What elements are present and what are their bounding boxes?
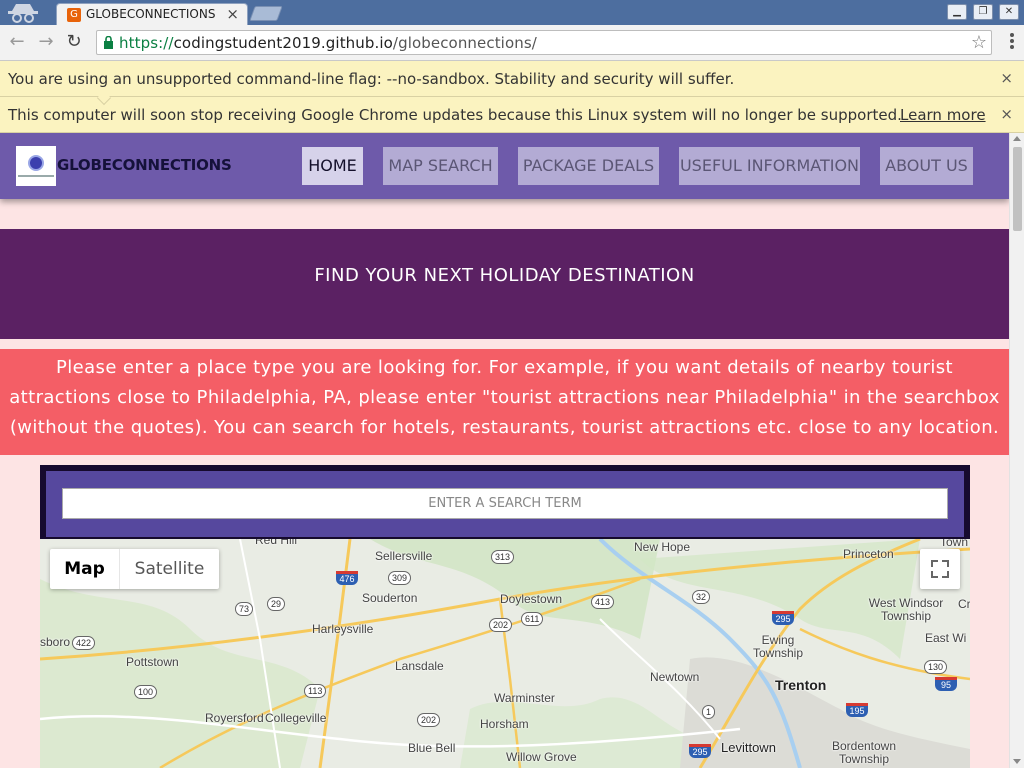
fullscreen-button[interactable] — [920, 549, 960, 589]
map-place-label: Newtown — [650, 670, 700, 684]
new-tab-button[interactable] — [249, 6, 283, 21]
url-text: https://codingstudent2019.github.io/glob… — [119, 34, 537, 52]
instructions-text: Please enter a place type you are lookin… — [9, 357, 1000, 438]
map-place-label: Harleysville — [312, 622, 374, 636]
route-shield: 413 — [591, 595, 615, 609]
interstate-shield: 295 — [772, 611, 794, 625]
tab-title: GLOBECONNECTIONS — [86, 7, 216, 21]
tab-close-icon[interactable]: × — [226, 5, 239, 23]
site-brand[interactable]: GLOBECONNECTIONS — [57, 156, 232, 174]
site-logo[interactable] — [16, 146, 56, 186]
browser-titlebar: G GLOBECONNECTIONS × ▁ ❐ ✕ — [0, 0, 1024, 25]
map-place-label: Bordentown Township — [831, 739, 897, 766]
nav-useful-information[interactable]: USEFUL INFORMATION — [679, 147, 860, 185]
interstate-shield: 95 — [935, 677, 957, 691]
map-type-control: Map Satellite — [50, 549, 219, 589]
map-place-label: Horsham — [480, 717, 529, 731]
map-place-label: Blue Bell — [408, 741, 456, 755]
map-place-label: West Windsor Township — [868, 596, 944, 623]
interstate-shield: 195 — [846, 703, 868, 717]
scroll-up-icon[interactable] — [1013, 136, 1021, 141]
map-place-label: Souderton — [362, 591, 418, 605]
search-input[interactable] — [62, 488, 948, 519]
page-scrollbar[interactable] — [1009, 133, 1024, 768]
page-viewport: GLOBECONNECTIONS HOME MAP SEARCH PACKAGE… — [0, 133, 1024, 768]
fullscreen-icon — [931, 560, 938, 567]
lock-icon — [104, 36, 113, 49]
map-place-label: Levittown — [721, 740, 776, 755]
map-type-satellite-button[interactable]: Satellite — [120, 549, 219, 589]
globe-icon — [30, 157, 42, 169]
hero-banner: FIND YOUR NEXT HOLIDAY DESTINATION — [0, 229, 1009, 339]
nav-map-search[interactable]: MAP SEARCH — [383, 147, 498, 185]
map-place-label: East Wi — [925, 631, 967, 645]
incognito-icon — [8, 4, 38, 23]
route-shield: 313 — [491, 550, 515, 564]
url-scheme: https:// — [119, 34, 174, 52]
route-shield: 422 — [72, 636, 96, 650]
url-host: codingstudent2019.github.io — [173, 34, 393, 52]
map-type-map-button[interactable]: Map — [50, 549, 120, 589]
map-place-label: Lansdale — [395, 659, 444, 673]
route-shield: 32 — [692, 590, 711, 604]
map-place-label: Trenton — [775, 677, 827, 693]
map-place-label: Sellersville — [375, 549, 433, 563]
nav-about-us[interactable]: ABOUT US — [880, 147, 973, 185]
google-map[interactable]: Red Hill Sellersville New Hope Princeton… — [40, 539, 970, 768]
hero-title: FIND YOUR NEXT HOLIDAY DESTINATION — [314, 265, 695, 286]
close-window-icon[interactable]: ✕ — [999, 4, 1019, 20]
site-navbar: GLOBECONNECTIONS HOME MAP SEARCH PACKAGE… — [0, 133, 1009, 199]
map-place-label: Collegeville — [265, 711, 327, 725]
learn-more-link[interactable]: Learn more — [900, 106, 986, 124]
infobar-sandbox-warning: You are using an unsupported command-lin… — [0, 61, 1024, 97]
route-shield: 611 — [521, 612, 544, 626]
map-place-label: Doylestown — [500, 592, 563, 606]
search-panel — [40, 465, 970, 539]
route-shield: 130 — [924, 660, 948, 674]
infobar-sandbox-text: You are using an unsupported command-lin… — [8, 70, 735, 88]
route-shield: 100 — [134, 685, 158, 699]
map-place-label: Willow Grove — [506, 750, 577, 764]
infobar-sandbox-close-icon[interactable]: × — [1000, 69, 1013, 87]
interstate-shield: 476 — [336, 571, 358, 585]
route-shield: 202 — [489, 618, 513, 632]
route-shield: 73 — [235, 602, 254, 616]
route-shield: 113 — [304, 684, 327, 698]
route-shield: 1 — [702, 705, 716, 719]
reload-icon[interactable]: ↻ — [63, 31, 85, 53]
infobar-updates-text: This computer will soon stop receiving G… — [8, 106, 902, 124]
address-bar[interactable]: https://codingstudent2019.github.io/glob… — [96, 30, 992, 55]
map-place-label: Royersford — [205, 711, 264, 725]
map-place-label: Ewing Township — [752, 633, 804, 660]
scrollbar-thumb[interactable] — [1013, 147, 1022, 231]
back-arrow-icon[interactable]: ← — [6, 31, 28, 53]
route-shield: 29 — [267, 597, 286, 611]
browser-toolbar: ← → ↻ https://codingstudent2019.github.i… — [0, 25, 1024, 61]
forward-arrow-icon[interactable]: → — [35, 31, 57, 53]
map-place-label: Pottstown — [126, 655, 179, 669]
nav-package-deals[interactable]: PACKAGE DEALS — [518, 147, 659, 185]
map-place-label: sboro — [40, 635, 71, 649]
scroll-down-icon[interactable] — [1013, 759, 1021, 764]
tab-globeconnections[interactable]: G GLOBECONNECTIONS × — [56, 3, 248, 25]
tab-favicon-icon: G — [67, 8, 81, 22]
bookmark-star-icon[interactable]: ☆ — [971, 32, 987, 53]
map-place-label: New Hope — [634, 540, 691, 554]
nav-home[interactable]: HOME — [302, 147, 363, 185]
infobar-updates-close-icon[interactable]: × — [1000, 105, 1013, 123]
route-shield: 202 — [417, 713, 441, 727]
map-place-label: Cr — [958, 597, 970, 611]
route-shield: 309 — [388, 571, 412, 585]
map-place-label: Town — [940, 539, 969, 549]
map-place-label: Warminster — [494, 691, 555, 705]
map-place-label: Princeton — [843, 547, 894, 561]
minimize-window-icon[interactable]: ▁ — [947, 4, 967, 20]
url-path: /globeconnections/ — [392, 34, 537, 52]
browser-menu-icon[interactable] — [1010, 33, 1016, 51]
restore-window-icon[interactable]: ❐ — [973, 4, 993, 20]
instructions-panel: Please enter a place type you are lookin… — [0, 349, 1009, 455]
infobar-updates-warning: This computer will soon stop receiving G… — [0, 97, 1024, 133]
interstate-shield: 295 — [689, 744, 711, 758]
map-place-label: Red Hill — [255, 539, 298, 547]
